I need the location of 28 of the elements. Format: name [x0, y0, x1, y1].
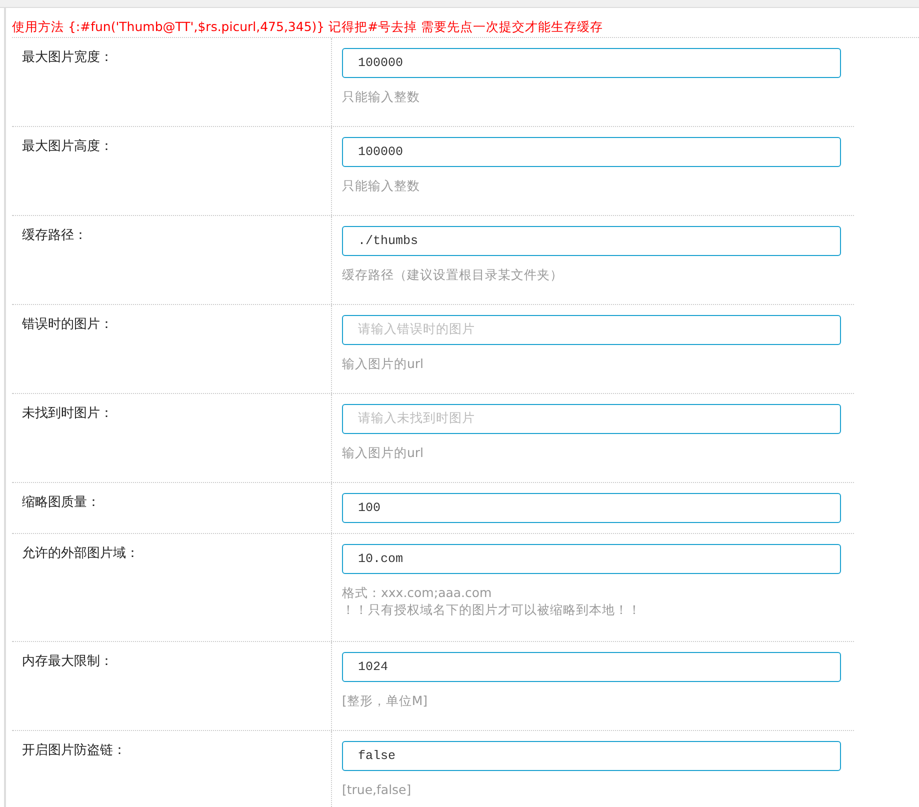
field-label: 内存最大限制： — [22, 654, 113, 669]
input-field[interactable]: 1024 — [342, 652, 841, 682]
input-field[interactable]: false — [342, 741, 841, 771]
hint-text: [整形，单位M] — [342, 692, 429, 709]
hint-text: 只能输入整数 — [342, 177, 421, 194]
usage-notice: 使用方法 {:#fun('Thumb@TT',$rs.picurl,475,345)} 记得把#号去掉 需要先点一次提交才能生存缓存 — [12, 8, 919, 38]
field-label: 允许的外部图片域： — [22, 546, 139, 561]
input-field[interactable]: 100000 — [342, 137, 841, 167]
field-label: 缓存路径： — [22, 228, 87, 243]
input-field[interactable]: 10.com — [342, 544, 841, 574]
hint-text: 格式：xxx.com;aaa.com — [342, 584, 493, 601]
input-field[interactable]: ./thumbs — [342, 226, 841, 256]
field-label: 最大图片高度： — [22, 139, 113, 154]
hint-text: [true,false] — [342, 781, 412, 798]
hint-text: 缓存路径（建议设置根目录某文件夹） — [342, 266, 564, 283]
input-field[interactable]: 请输入错误时的图片 — [342, 315, 841, 345]
input-field[interactable]: 请输入未找到时图片 — [342, 404, 841, 434]
field-label: 最大图片宽度： — [22, 50, 113, 65]
input-field[interactable]: 100000 — [342, 48, 841, 78]
field-label: 开启图片防盗链： — [22, 743, 126, 758]
field-label: 缩略图质量： — [22, 495, 100, 510]
input-field[interactable]: 100 — [342, 493, 841, 523]
hint-text: ！！只有授权域名下的图片才可以被缩略到本地！！ — [342, 601, 642, 618]
field-label: 错误时的图片： — [22, 317, 113, 332]
hint-text: 只能输入整数 — [342, 88, 421, 105]
hint-text: 输入图片的url — [342, 355, 425, 372]
field-label: 未找到时图片： — [22, 406, 113, 421]
hint-text: 输入图片的url — [342, 444, 425, 461]
